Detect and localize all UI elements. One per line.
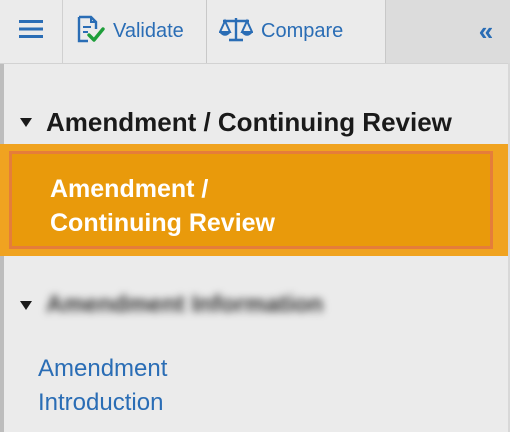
nav-item-amendment-introduction[interactable]: Amendment Introduction bbox=[38, 352, 338, 420]
caret-down-icon bbox=[20, 117, 32, 127]
menu-button[interactable] bbox=[0, 0, 62, 63]
nav-link-line2: Introduction bbox=[38, 389, 164, 416]
nav-item-label-line1: Amendment / bbox=[50, 175, 209, 203]
validate-label: Validate bbox=[113, 20, 184, 42]
nav-link-line1: Amendment bbox=[38, 355, 168, 382]
nav-item-label-line2: Continuing Review bbox=[50, 209, 275, 237]
compare-label: Compare bbox=[261, 20, 344, 42]
navigation-panel: Validate Compare « Amendment / Continuin… bbox=[0, 0, 510, 432]
caret-down-icon bbox=[20, 300, 32, 310]
double-chevron-left-icon: « bbox=[478, 16, 494, 46]
toolbar: Validate Compare « bbox=[0, 0, 510, 63]
validate-button[interactable]: Validate bbox=[62, 0, 206, 63]
section-heading-label: Amendment / Continuing Review bbox=[46, 106, 452, 137]
hamburger-menu-icon bbox=[19, 19, 43, 45]
section-heading-amendment-information[interactable]: Amendment Information bbox=[0, 283, 510, 327]
section-heading-amendment-continuing-review[interactable]: Amendment / Continuing Review bbox=[0, 100, 510, 144]
document-check-icon bbox=[75, 14, 105, 50]
balance-scale-icon bbox=[218, 15, 254, 49]
subsection-heading-label: Amendment Information bbox=[46, 291, 324, 318]
collapse-panel-button[interactable]: « bbox=[462, 0, 510, 63]
toolbar-divider bbox=[0, 63, 510, 64]
nav-item-amendment-continuing-review[interactable]: Amendment / Continuing Review bbox=[9, 151, 493, 249]
compare-button[interactable]: Compare bbox=[206, 0, 386, 63]
